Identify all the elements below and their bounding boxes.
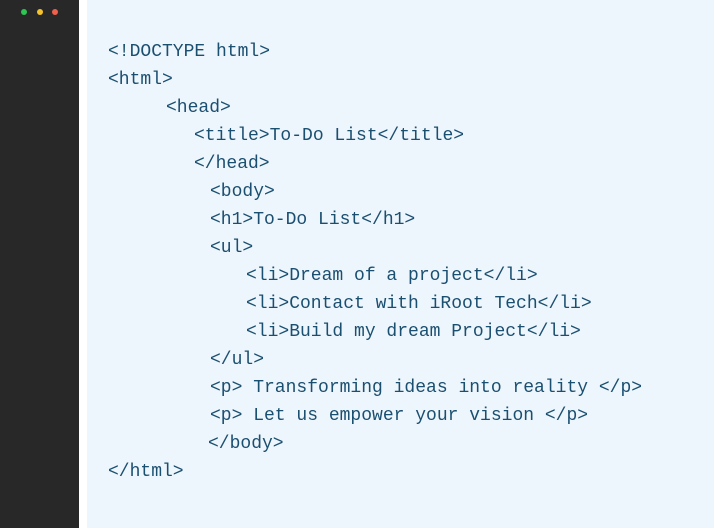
code-editor: <!DOCTYPE html> <html> <head> <title>To-… bbox=[87, 0, 714, 528]
sidebar-gap bbox=[79, 0, 87, 528]
code-window: <!DOCTYPE html> <html> <head> <title>To-… bbox=[0, 0, 714, 528]
code-line: </ul> bbox=[210, 350, 265, 370]
code-line: <h1>To-Do List</h1> bbox=[210, 210, 416, 230]
code-line: <!DOCTYPE html> bbox=[108, 42, 271, 62]
window-sidebar bbox=[0, 0, 79, 528]
green-dot-icon[interactable] bbox=[21, 9, 27, 15]
code-line: <li>Contact with iRoot Tech</li> bbox=[246, 294, 592, 314]
yellow-dot-icon[interactable] bbox=[37, 9, 43, 15]
code-line: </head> bbox=[194, 154, 270, 174]
code-line: <html> bbox=[108, 70, 173, 90]
code-line: <p> Let us empower your vision </p> bbox=[210, 406, 589, 426]
code-line: <head> bbox=[166, 98, 231, 118]
code-line: <body> bbox=[210, 182, 275, 202]
code-line: <title>To-Do List</title> bbox=[194, 126, 465, 146]
code-line: <p> Transforming ideas into reality </p> bbox=[210, 378, 643, 398]
red-dot-icon[interactable] bbox=[52, 9, 58, 15]
code-line: </body> bbox=[208, 434, 284, 454]
code-line: <li>Dream of a project</li> bbox=[246, 266, 538, 286]
code-line: </html> bbox=[108, 462, 184, 482]
code-line: <li>Build my dream Project</li> bbox=[246, 322, 581, 342]
code-line: <ul> bbox=[210, 238, 254, 258]
